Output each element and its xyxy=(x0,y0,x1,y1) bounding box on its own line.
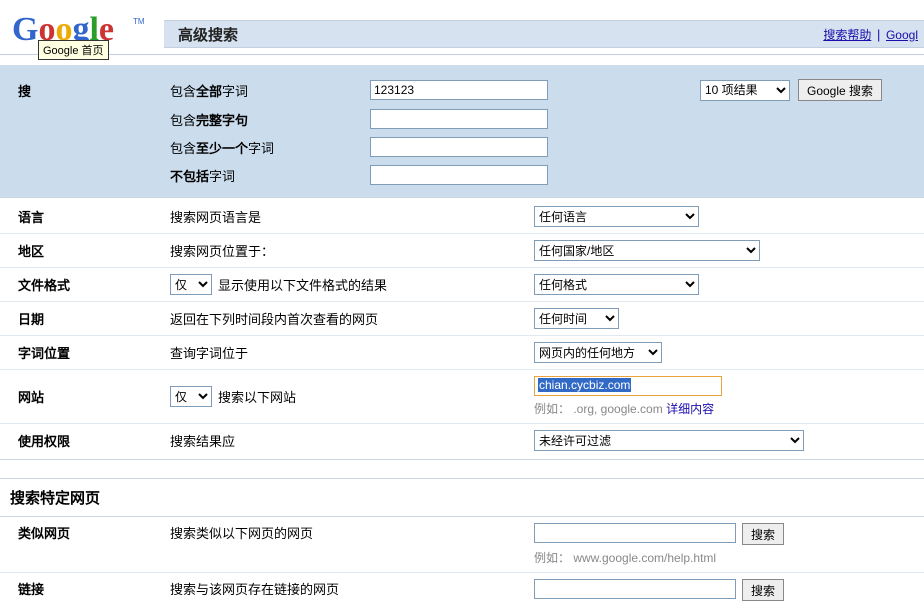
options-panel: 语言 搜索网页语言是 任何语言 地区 搜索网页位置于： 任何国家/地区 文件格式… xyxy=(0,197,924,460)
opt-format-label: 文件格式 xyxy=(10,275,170,294)
site-hint: 例如： .org, google.com 详细内容 xyxy=(534,400,924,417)
opt-format-desc: 仅 显示使用以下文件格式的结果 xyxy=(170,274,534,295)
similar-search-button[interactable]: 搜索 xyxy=(742,523,784,545)
opt-usage-desc: 搜索结果应 xyxy=(170,431,534,450)
any-words-label: 包含至少一个字词 xyxy=(170,138,370,157)
opt-date-label: 日期 xyxy=(10,309,170,328)
query-panel: 搜 包含全部字词 10 项结果 Google 搜索 包含完整字句 包含至少一个字… xyxy=(0,65,924,197)
links-search-button[interactable]: 搜索 xyxy=(742,579,784,601)
all-words-label: 包含全部字词 xyxy=(170,81,370,100)
opt-lang-desc: 搜索网页语言是 xyxy=(170,207,534,226)
opt-where-label: 字词位置 xyxy=(10,343,170,362)
exact-phrase-input[interactable] xyxy=(370,109,548,129)
opt-date-desc: 返回在下列时间段内首次查看的网页 xyxy=(170,309,534,328)
header-links: 搜索帮助 | Googl xyxy=(823,26,918,43)
logo-tooltip: Google 首页 xyxy=(38,40,109,60)
opt-where-desc: 查询字词位于 xyxy=(170,343,534,362)
none-words-label: 不包括字词 xyxy=(170,166,370,185)
title-bar: 高级搜索 搜索帮助 | Googl xyxy=(164,20,924,48)
site-detail-link[interactable]: 详细内容 xyxy=(666,402,714,416)
opt-lang-label: 语言 xyxy=(10,207,170,226)
opt-site-desc: 仅 搜索以下网站 xyxy=(170,386,534,407)
format-select[interactable]: 任何格式 xyxy=(534,274,699,295)
logo[interactable]: Google TM Google 首页 xyxy=(0,0,164,54)
header: Google TM Google 首页 高级搜索 搜索帮助 | Googl xyxy=(0,0,924,55)
site-only-select[interactable]: 仅 xyxy=(170,386,212,407)
region-select[interactable]: 任何国家/地区 xyxy=(534,240,760,261)
google-link[interactable]: Googl xyxy=(886,28,918,42)
opt-region-label: 地区 xyxy=(10,241,170,260)
date-select[interactable]: 任何时间 xyxy=(534,308,619,329)
exact-phrase-label: 包含完整字句 xyxy=(170,110,370,129)
occurrence-select[interactable]: 网页内的任何地方 xyxy=(534,342,662,363)
section-specific-title: 搜索特定网页 xyxy=(0,478,924,517)
similar-hint: 例如： www.google.com/help.html xyxy=(534,549,924,566)
all-words-input[interactable] xyxy=(370,80,548,100)
search-button[interactable]: Google 搜索 xyxy=(798,79,882,101)
svg-text:TM: TM xyxy=(133,17,145,26)
specific-panel: 类似网页 搜索类似以下网页的网页 搜索 例如： www.google.com/h… xyxy=(0,517,924,607)
any-words-input[interactable] xyxy=(370,137,548,157)
usage-select[interactable]: 未经许可过滤 xyxy=(534,430,804,451)
links-input[interactable] xyxy=(534,579,736,599)
language-select[interactable]: 任何语言 xyxy=(534,206,699,227)
similar-desc: 搜索类似以下网页的网页 xyxy=(170,523,534,542)
results-side-label: 搜 xyxy=(10,81,170,100)
site-input[interactable]: chian.cycbiz.com xyxy=(534,376,722,396)
page-title: 高级搜索 xyxy=(178,24,238,45)
links-label: 链接 xyxy=(10,579,170,598)
opt-usage-label: 使用权限 xyxy=(10,431,170,450)
results-count-select[interactable]: 10 项结果 xyxy=(700,80,790,101)
similar-input[interactable] xyxy=(534,523,736,543)
help-link[interactable]: 搜索帮助 xyxy=(823,28,871,42)
opt-region-desc: 搜索网页位置于： xyxy=(170,241,534,260)
format-only-select[interactable]: 仅 xyxy=(170,274,212,295)
none-words-input[interactable] xyxy=(370,165,548,185)
similar-label: 类似网页 xyxy=(10,523,170,542)
opt-site-label: 网站 xyxy=(10,387,170,406)
links-desc: 搜索与该网页存在链接的网页 xyxy=(170,579,534,598)
